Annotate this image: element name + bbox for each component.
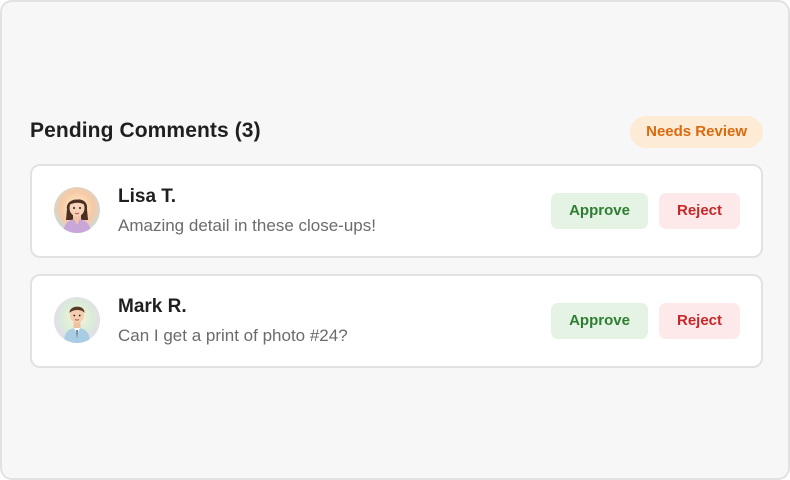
- comment-card: Lisa T. Amazing detail in these close-up…: [30, 164, 763, 258]
- approve-button[interactable]: Approve: [551, 193, 648, 229]
- man-avatar-icon: [54, 297, 100, 343]
- pending-comments-panel: Pending Comments (3) Needs Review Lisa T…: [0, 0, 790, 480]
- reject-button[interactable]: Reject: [659, 193, 740, 229]
- comment-text: Can I get a print of photo #24?: [118, 326, 348, 345]
- comment-text: Amazing detail in these close-ups!: [118, 216, 376, 235]
- panel-header: Pending Comments (3) Needs Review: [30, 116, 763, 148]
- woman-avatar-icon: [54, 187, 100, 233]
- status-badge: Needs Review: [630, 116, 763, 148]
- comment-card: Mark R. Can I get a print of photo #24? …: [30, 274, 763, 368]
- reject-button[interactable]: Reject: [659, 303, 740, 339]
- comment-author: Mark R.: [118, 296, 187, 317]
- panel-title: Pending Comments (3): [30, 119, 261, 142]
- comment-author: Lisa T.: [118, 186, 177, 207]
- approve-button[interactable]: Approve: [551, 303, 648, 339]
